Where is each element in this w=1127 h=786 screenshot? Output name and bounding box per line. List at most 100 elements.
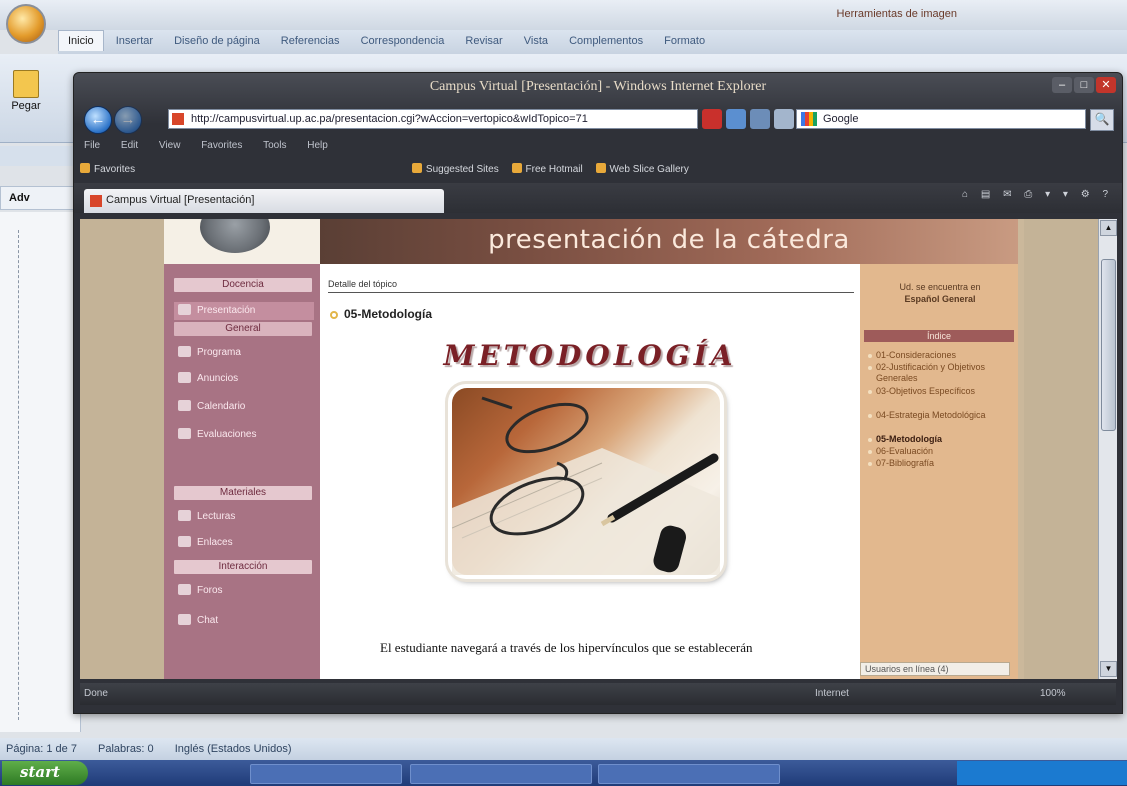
menu-edit[interactable]: Edit <box>121 140 138 151</box>
vertical-scrollbar[interactable]: ▲ ▼ <box>1098 219 1117 679</box>
ie-nav-bar: ← → http://campusvirtual.up.ac.pa/presen… <box>74 101 1122 135</box>
scroll-thumb[interactable] <box>1101 259 1116 431</box>
ie-title-bar[interactable]: Campus Virtual [Presentación] - Windows … <box>74 73 1122 99</box>
toc-item[interactable]: 02-Justificación y Objetivos Generales <box>868 362 1014 384</box>
page-menu-icon[interactable]: ▾ <box>1045 189 1050 200</box>
search-go-button[interactable]: 🔍 <box>1090 109 1114 131</box>
ribbon-tab-revisar[interactable]: Revisar <box>456 31 511 51</box>
scroll-up-icon[interactable]: ▲ <box>1100 220 1117 236</box>
ribbon-tab-inicio[interactable]: Inicio <box>58 30 104 51</box>
tools-menu-icon[interactable]: ⚙ <box>1081 189 1090 200</box>
location-value: Español General <box>904 294 976 304</box>
glasses-and-pen-illustration <box>451 396 720 575</box>
favorite-icon <box>595 163 606 173</box>
ribbon-tab-insertar[interactable]: Insertar <box>107 31 162 51</box>
ribbon-tab-formato[interactable]: Formato <box>655 31 714 51</box>
nav-item-enlaces[interactable]: Enlaces <box>174 534 314 552</box>
menu-view[interactable]: View <box>159 140 181 151</box>
web-page: presentación de la cátedra Docencia Pres… <box>80 219 1098 679</box>
menu-tools[interactable]: Tools <box>263 140 286 151</box>
word-title-text: Herramientas de imagen <box>836 8 957 20</box>
left-navigation: Docencia Presentación General Programa A… <box>164 264 320 679</box>
menu-file[interactable]: File <box>84 140 100 151</box>
nav-item-chat[interactable]: Chat <box>174 612 314 630</box>
office-button[interactable] <box>6 4 46 44</box>
favorite-link[interactable]: Web Slice Gallery <box>595 163 689 175</box>
right-panel: Ud. se encuentra en Español General Índi… <box>860 264 1018 679</box>
ribbon-tab-vista[interactable]: Vista <box>515 31 557 51</box>
close-icon[interactable]: ✕ <box>1096 77 1116 93</box>
index-heading: Índice <box>864 330 1014 342</box>
evaluations-icon <box>178 428 191 439</box>
ie-title-text: Campus Virtual [Presentación] - Windows … <box>429 79 767 94</box>
book-glasses-photo <box>451 388 720 575</box>
toc-item-current[interactable]: 05-Metodología <box>868 434 1014 445</box>
toc-item[interactable]: 01-Consideraciones <box>868 350 1014 361</box>
nav-item-calendario[interactable]: Calendario <box>174 398 314 416</box>
word-side-tab[interactable]: Adv <box>0 186 76 210</box>
divider <box>328 292 854 293</box>
safety-menu-icon[interactable]: ▾ <box>1063 189 1068 200</box>
nav-item-presentacion[interactable]: Presentación <box>174 302 314 320</box>
favorites-button[interactable]: Favorites <box>80 163 135 175</box>
compatibility-icon[interactable] <box>702 109 722 129</box>
taskbar-button[interactable] <box>598 764 780 784</box>
quick-access-toolbar[interactable] <box>0 146 74 166</box>
ie-tab[interactable]: Campus Virtual [Presentación] <box>84 189 444 213</box>
ie-command-bar: ⌂ ▤ ✉ ⎙ ▾ ▾ ⚙ ? <box>952 189 1108 200</box>
taskbar-button[interactable] <box>250 764 402 784</box>
help-icon[interactable]: ? <box>1102 189 1108 200</box>
favorite-icon <box>411 163 422 173</box>
bullet-icon <box>330 311 338 319</box>
nav-item-anuncios[interactable]: Anuncios <box>174 370 314 388</box>
page-margin-left <box>80 219 164 679</box>
nav-item-evaluaciones[interactable]: Evaluaciones <box>174 426 314 444</box>
zoom-level[interactable]: 100% <box>1040 688 1066 699</box>
vertical-ruler <box>18 230 25 720</box>
page-count: Página: 1 de 7 <box>6 743 77 755</box>
methodology-image <box>448 384 724 579</box>
feeds-icon[interactable]: ▤ <box>981 189 990 200</box>
nav-section-materiales: Materiales <box>174 486 312 500</box>
users-online-select[interactable]: Usuarios en línea (4) <box>860 662 1010 676</box>
security-zone[interactable]: Internet <box>815 688 849 699</box>
forward-icon[interactable]: → <box>114 106 142 134</box>
mail-icon[interactable]: ✉ <box>1003 189 1011 200</box>
favorite-link[interactable]: Suggested Sites <box>411 163 499 175</box>
ribbon-tab-referencias[interactable]: Referencias <box>272 31 349 51</box>
toc-item[interactable]: 03-Objetivos Específicos <box>868 386 1014 397</box>
favorite-link[interactable]: Free Hotmail <box>511 163 583 175</box>
maximize-icon[interactable]: □ <box>1074 77 1094 93</box>
minimize-icon[interactable]: – <box>1052 77 1072 93</box>
taskbar-button[interactable] <box>410 764 592 784</box>
refresh-icon[interactable] <box>726 109 746 129</box>
ribbon-tab-complementos[interactable]: Complementos <box>560 31 652 51</box>
nav-item-programa[interactable]: Programa <box>174 344 314 362</box>
print-icon[interactable]: ⎙ <box>1024 189 1032 200</box>
menu-favorites[interactable]: Favorites <box>201 140 242 151</box>
toc-item[interactable]: 07-Bibliografía <box>868 458 1014 469</box>
nav-item-lecturas[interactable]: Lecturas <box>174 508 314 526</box>
home-icon[interactable]: ⌂ <box>962 189 968 200</box>
nav-section-docencia: Docencia <box>174 278 312 292</box>
toc-item[interactable]: 04-Estrategia Metodológica <box>868 410 1014 421</box>
ribbon-tab-diseno[interactable]: Diseño de página <box>165 31 269 51</box>
address-bar[interactable]: http://campusvirtual.up.ac.pa/presentaci… <box>168 109 698 129</box>
topic-title: 05-Metodología <box>344 307 433 321</box>
location-label: Ud. se encuentra en <box>899 282 981 292</box>
start-button[interactable]: start <box>2 761 88 785</box>
toc-item[interactable]: 06-Evaluación <box>868 446 1014 457</box>
language-status[interactable]: Inglés (Estados Unidos) <box>175 743 292 755</box>
back-icon[interactable]: ← <box>84 106 112 134</box>
window-controls: – □ ✕ <box>1050 77 1116 93</box>
search-input[interactable]: Google <box>796 109 1086 129</box>
system-tray[interactable] <box>957 761 1127 785</box>
paste-button[interactable]: Pegar <box>6 70 46 128</box>
menu-help[interactable]: Help <box>307 140 328 151</box>
nav-item-foros[interactable]: Foros <box>174 582 314 600</box>
ribbon-tab-correspondencia[interactable]: Correspondencia <box>352 31 454 51</box>
scroll-down-icon[interactable]: ▼ <box>1100 661 1117 677</box>
rss-icon[interactable] <box>774 109 794 129</box>
stop-icon[interactable] <box>750 109 770 129</box>
site-banner: presentación de la cátedra <box>320 219 1018 264</box>
